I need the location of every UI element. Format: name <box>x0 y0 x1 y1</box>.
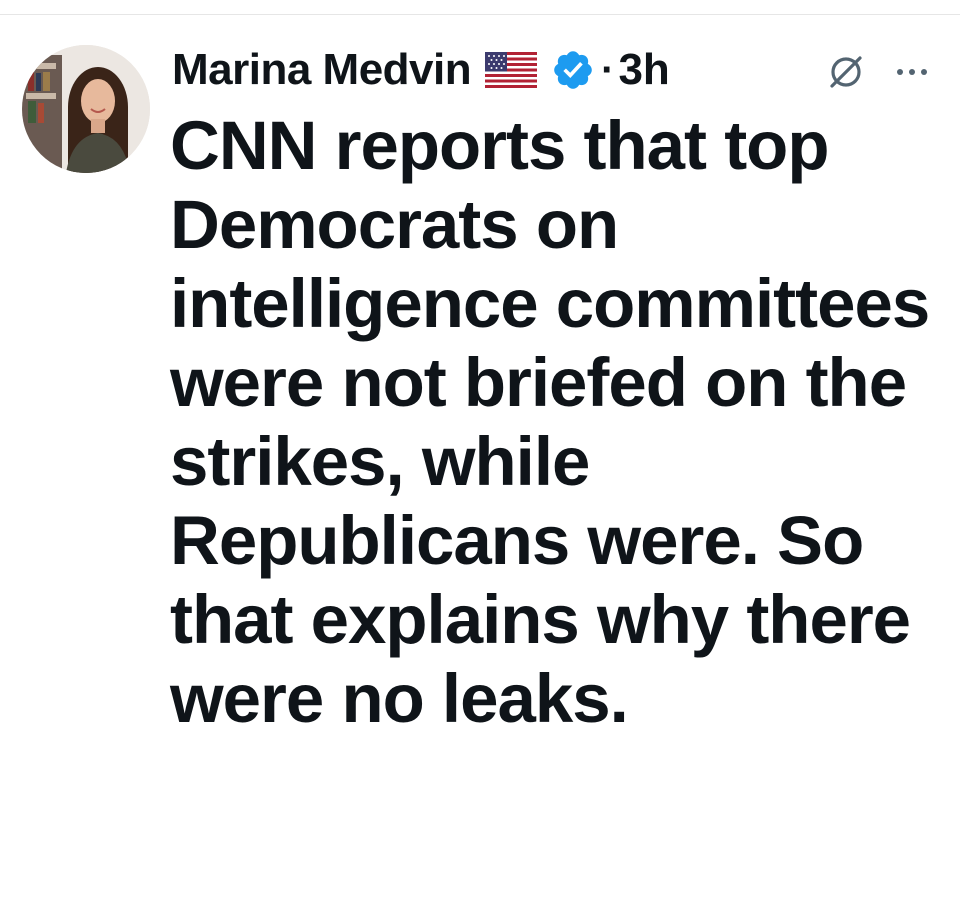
top-divider <box>0 14 960 15</box>
grok-icon[interactable] <box>826 52 866 92</box>
separator-dot: · <box>601 47 615 92</box>
tweet-text: CNN reports that top Democrats on intell… <box>170 107 930 737</box>
more-options-icon[interactable] <box>888 54 936 90</box>
author-name[interactable]: Marina Medvin <box>172 45 472 95</box>
avatar-photo <box>22 45 150 173</box>
avatar[interactable] <box>22 45 150 173</box>
tweet-header: Marina Medvin · 3h <box>172 40 670 100</box>
verified-badge-icon[interactable] <box>551 48 595 92</box>
timestamp[interactable]: 3h <box>618 45 669 95</box>
us-flag-icon <box>485 52 538 88</box>
